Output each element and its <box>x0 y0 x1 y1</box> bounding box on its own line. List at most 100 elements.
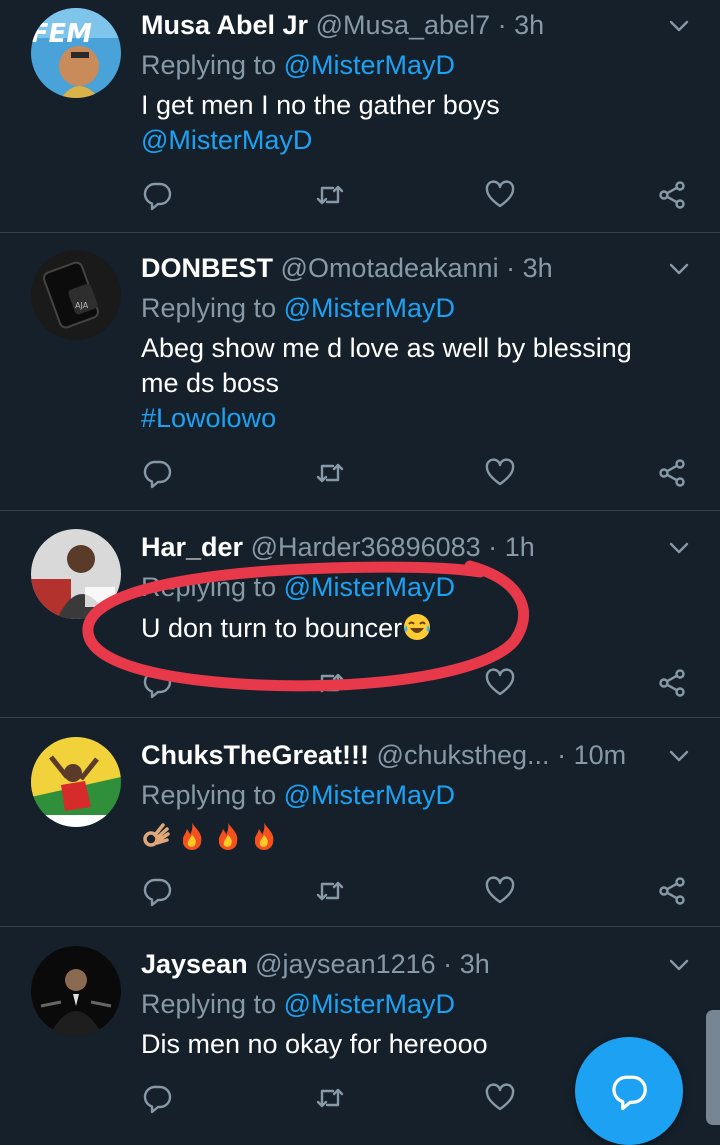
user-handle[interactable]: @jaysean1216 <box>255 949 436 979</box>
fire-emoji <box>182 823 202 850</box>
chevron-down-icon[interactable] <box>668 537 690 559</box>
retweet-button[interactable] <box>310 175 350 215</box>
avatar[interactable] <box>31 946 121 1036</box>
tweet-header: ChuksTheGreat!!! @chukstheg... · 10m <box>141 740 626 770</box>
chevron-down-icon[interactable] <box>668 745 690 767</box>
tweet-1[interactable]: FEM Musa Abel Jr @Musa_abel7 · 3h Replyi… <box>0 0 720 233</box>
retweet-button[interactable] <box>310 453 350 493</box>
ok-hand-emoji <box>143 823 170 847</box>
timestamp[interactable]: 3h <box>514 10 544 40</box>
tweet-header: DONBEST @Omotadeakanni · 3h <box>141 253 553 283</box>
reply-icon <box>143 460 172 489</box>
user-handle[interactable]: @Musa_abel7 <box>316 10 491 40</box>
reply-button[interactable] <box>137 175 177 215</box>
separator-dot: · <box>443 949 453 979</box>
tweet-text: U don turn to bouncer <box>141 611 681 646</box>
replying-to: Replying to @MisterMayD <box>141 293 455 323</box>
reply-button[interactable] <box>137 663 177 703</box>
retweet-button[interactable] <box>310 1078 350 1118</box>
retweet-icon <box>316 185 344 205</box>
replying-label: Replying to <box>141 989 277 1019</box>
compose-reply-button[interactable] <box>575 1037 683 1145</box>
tweet-4[interactable]: ChuksTheGreat!!! @chukstheg... · 10m Rep… <box>0 718 720 927</box>
heart-icon <box>485 1083 515 1111</box>
avatar[interactable] <box>31 737 121 827</box>
reply-button[interactable] <box>137 453 177 493</box>
user-handle[interactable]: @Omotadeakanni <box>281 253 499 283</box>
share-icon <box>659 459 685 487</box>
like-button[interactable] <box>480 663 520 703</box>
replying-label: Replying to <box>141 572 277 602</box>
tweet-text-line: Abeg show me d love as well by blessing <box>141 333 632 363</box>
replying-to: Replying to @MisterMayD <box>141 572 455 602</box>
mention-link[interactable]: @MisterMayD <box>141 123 681 158</box>
chevron-down-icon[interactable] <box>668 954 690 976</box>
svg-text:FEM: FEM <box>31 19 94 49</box>
tweet-actions <box>0 663 720 703</box>
like-button[interactable] <box>480 175 520 215</box>
tweet-text: I get men I no the gather boys @MisterMa… <box>141 88 681 158</box>
mention-link[interactable]: @MisterMayD <box>284 572 455 602</box>
retweet-icon <box>316 673 344 693</box>
avatar[interactable] <box>31 529 121 619</box>
timestamp[interactable]: 10m <box>574 740 627 770</box>
retweet-button[interactable] <box>310 871 350 911</box>
heart-icon <box>485 876 515 904</box>
reply-button[interactable] <box>137 871 177 911</box>
fire-emoji <box>218 823 238 850</box>
mention-link[interactable]: @MisterMayD <box>284 780 455 810</box>
share-button[interactable] <box>652 663 692 703</box>
user-handle[interactable]: @Harder36896083 <box>251 532 481 562</box>
separator-dot: · <box>506 253 516 283</box>
tweet-actions <box>0 871 720 911</box>
heart-icon <box>485 458 515 486</box>
svg-text:AJA: AJA <box>75 301 89 310</box>
reply-icon <box>143 182 172 211</box>
share-button[interactable] <box>652 453 692 493</box>
display-name[interactable]: Har_der <box>141 532 243 562</box>
scrollbar[interactable] <box>706 1010 720 1125</box>
display-name[interactable]: DONBEST <box>141 253 273 283</box>
display-name[interactable]: ChuksTheGreat!!! <box>141 740 369 770</box>
tweet-header: Har_der @Harder36896083 · 1h <box>141 532 535 562</box>
like-button[interactable] <box>480 453 520 493</box>
share-button[interactable] <box>652 871 692 911</box>
heart-icon <box>485 180 515 208</box>
retweet-button[interactable] <box>310 663 350 703</box>
tweet-3[interactable]: Har_der @Harder36896083 · 1h Replying to… <box>0 511 720 718</box>
avatar[interactable]: FEM <box>31 8 121 98</box>
like-button[interactable] <box>480 1078 520 1118</box>
timestamp[interactable]: 3h <box>460 949 490 979</box>
fire-emoji <box>254 823 274 850</box>
reply-icon <box>143 878 172 907</box>
share-icon <box>659 181 685 209</box>
chevron-down-icon[interactable] <box>668 258 690 280</box>
mention-link[interactable]: @MisterMayD <box>284 50 455 80</box>
display-name[interactable]: Musa Abel Jr <box>141 10 308 40</box>
mention-link[interactable]: @MisterMayD <box>284 293 455 323</box>
mention-link[interactable]: @MisterMayD <box>284 989 455 1019</box>
like-button[interactable] <box>480 871 520 911</box>
display-name[interactable]: Jaysean <box>141 949 248 979</box>
separator-dot: · <box>488 532 498 562</box>
heart-icon <box>485 668 515 696</box>
user-handle[interactable]: @chukstheg... <box>377 740 550 770</box>
replying-to: Replying to @MisterMayD <box>141 780 455 810</box>
tweet-header: Musa Abel Jr @Musa_abel7 · 3h <box>141 10 544 40</box>
tweet-text-line: me ds boss <box>141 368 280 398</box>
tweet-text: Abeg show me d love as well by blessing … <box>141 331 681 436</box>
avatar[interactable]: AJA <box>31 250 121 340</box>
retweet-icon <box>316 1088 344 1108</box>
share-button[interactable] <box>652 175 692 215</box>
replying-label: Replying to <box>141 50 277 80</box>
hashtag-link[interactable]: #Lowolowo <box>141 401 681 436</box>
timestamp[interactable]: 3h <box>523 253 553 283</box>
tweet-text-line: I get men I no the gather boys <box>141 90 500 120</box>
reply-icon <box>143 670 172 699</box>
timestamp[interactable]: 1h <box>505 532 535 562</box>
separator-dot: · <box>497 10 507 40</box>
chevron-down-icon[interactable] <box>668 15 690 37</box>
reply-button[interactable] <box>137 1078 177 1118</box>
share-icon <box>659 877 685 905</box>
tweet-2[interactable]: AJA DONBEST @Omotadeakanni · 3h Replying… <box>0 233 720 511</box>
